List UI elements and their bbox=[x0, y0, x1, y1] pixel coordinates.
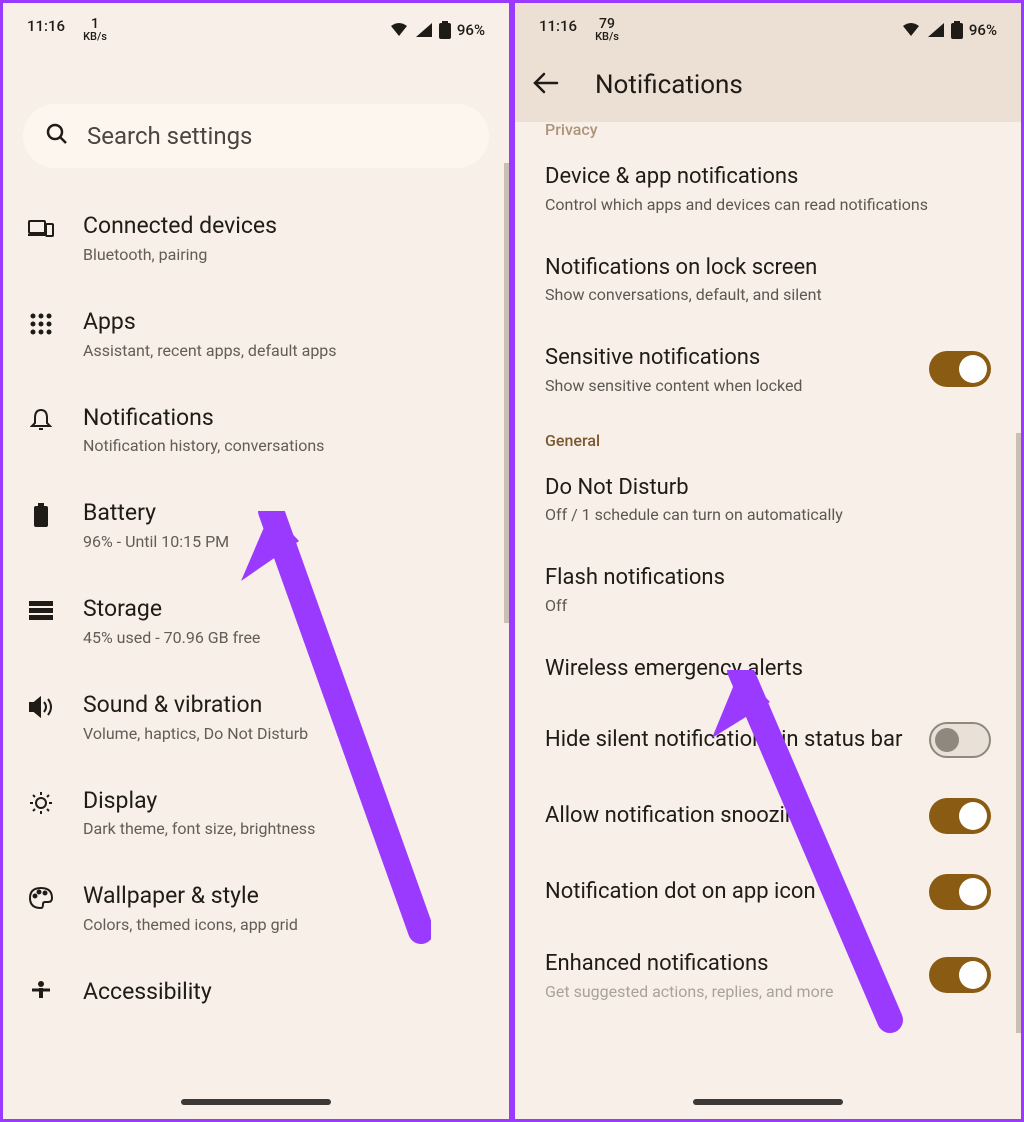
devices-icon bbox=[27, 214, 55, 242]
item-subtitle: Off / 1 schedule can turn on automatical… bbox=[545, 505, 991, 524]
setting-subtitle: Colors, themed icons, app grid bbox=[83, 915, 298, 934]
apps-icon bbox=[27, 310, 55, 338]
bell-icon bbox=[27, 406, 55, 434]
status-time: 11:16 bbox=[27, 17, 65, 35]
wifi-icon bbox=[389, 22, 409, 38]
status-speed: 1KB/s bbox=[83, 17, 107, 42]
setting-title: Battery bbox=[83, 499, 229, 528]
notif-snoozing[interactable]: Allow notification snoozing bbox=[523, 778, 1013, 854]
settings-main-screen: 11:16 1KB/s 96% Search settings bbox=[0, 0, 512, 1122]
battery-percent: 96% bbox=[457, 21, 485, 39]
item-title: Hide silent notifications in status bar bbox=[545, 726, 913, 754]
item-title: Notification dot on app icon bbox=[545, 878, 913, 906]
item-title: Wireless emergency alerts bbox=[545, 655, 991, 683]
page-header: Notifications bbox=[515, 48, 1021, 122]
page-title: Notifications bbox=[595, 70, 743, 100]
setting-title: Sound & vibration bbox=[83, 691, 308, 720]
settings-list: Connected devices Bluetooth, pairing App… bbox=[3, 190, 509, 1008]
item-title: Flash notifications bbox=[545, 564, 991, 592]
notif-wireless-alerts[interactable]: Wireless emergency alerts bbox=[523, 635, 1013, 703]
toggle-hide-silent[interactable] bbox=[929, 722, 991, 758]
item-subtitle: Get suggested actions, replies, and more bbox=[545, 982, 913, 1001]
item-subtitle: Show sensitive content when locked bbox=[545, 376, 913, 395]
storage-icon bbox=[27, 597, 55, 625]
notif-dnd[interactable]: Do Not Disturb Off / 1 schedule can turn… bbox=[523, 454, 1013, 545]
search-settings[interactable]: Search settings bbox=[23, 104, 489, 168]
item-title: Enhanced notifications bbox=[545, 950, 913, 978]
toggle-enhanced[interactable] bbox=[929, 957, 991, 993]
notif-flash[interactable]: Flash notifications Off bbox=[523, 544, 1013, 635]
notif-hide-silent[interactable]: Hide silent notifications in status bar bbox=[523, 702, 1013, 778]
setting-title: Display bbox=[83, 787, 315, 816]
battery-icon bbox=[439, 21, 451, 39]
sound-icon bbox=[27, 693, 55, 721]
display-icon bbox=[27, 789, 55, 817]
status-speed: 79KB/s bbox=[595, 17, 619, 42]
notifications-screen: 11:16 79KB/s 96% Notifications Privacy bbox=[512, 0, 1024, 1122]
nav-bar[interactable] bbox=[181, 1099, 331, 1105]
setting-subtitle: Assistant, recent apps, default apps bbox=[83, 341, 337, 360]
setting-title: Accessibility bbox=[83, 978, 212, 1007]
item-subtitle: Off bbox=[545, 596, 991, 615]
toggle-dot[interactable] bbox=[929, 874, 991, 910]
battery-icon bbox=[951, 21, 963, 39]
search-icon bbox=[45, 122, 69, 150]
notif-lock-screen[interactable]: Notifications on lock screen Show conver… bbox=[523, 234, 1013, 325]
accessibility-icon bbox=[27, 980, 55, 1008]
battery-icon bbox=[27, 501, 55, 529]
item-title: Device & app notifications bbox=[545, 163, 991, 191]
scrollbar[interactable] bbox=[1016, 433, 1021, 1033]
setting-subtitle: Notification history, conversations bbox=[83, 436, 324, 455]
item-title: Do Not Disturb bbox=[545, 474, 991, 502]
setting-connected-devices[interactable]: Connected devices Bluetooth, pairing bbox=[11, 190, 501, 286]
item-subtitle: Show conversations, default, and silent bbox=[545, 285, 991, 304]
status-time: 11:16 bbox=[539, 17, 577, 35]
setting-title: Wallpaper & style bbox=[83, 882, 298, 911]
item-title: Notifications on lock screen bbox=[545, 254, 991, 282]
battery-percent: 96% bbox=[969, 21, 997, 39]
palette-icon bbox=[27, 884, 55, 912]
toggle-sensitive[interactable] bbox=[929, 351, 991, 387]
item-subtitle: Control which apps and devices can read … bbox=[545, 195, 991, 214]
item-title: Sensitive notifications bbox=[545, 344, 913, 372]
setting-title: Connected devices bbox=[83, 212, 277, 241]
notif-enhanced[interactable]: Enhanced notifications Get suggested act… bbox=[523, 930, 1013, 1001]
setting-storage[interactable]: Storage 45% used - 70.96 GB free bbox=[11, 573, 501, 669]
item-title: Allow notification snoozing bbox=[545, 802, 913, 830]
setting-apps[interactable]: Apps Assistant, recent apps, default app… bbox=[11, 286, 501, 382]
setting-subtitle: 45% used - 70.96 GB free bbox=[83, 628, 260, 647]
status-bar: 11:16 1KB/s 96% bbox=[3, 3, 509, 48]
setting-notifications[interactable]: Notifications Notification history, conv… bbox=[11, 382, 501, 478]
setting-sound[interactable]: Sound & vibration Volume, haptics, Do No… bbox=[11, 669, 501, 765]
section-privacy: Privacy bbox=[515, 120, 1021, 139]
notif-sensitive[interactable]: Sensitive notifications Show sensitive c… bbox=[523, 324, 1013, 415]
notif-device-app[interactable]: Device & app notifications Control which… bbox=[523, 143, 1013, 234]
wifi-icon bbox=[901, 22, 921, 38]
setting-subtitle: Bluetooth, pairing bbox=[83, 245, 277, 264]
setting-battery[interactable]: Battery 96% - Until 10:15 PM bbox=[11, 477, 501, 573]
back-button[interactable] bbox=[533, 72, 559, 98]
signal-icon bbox=[415, 22, 433, 38]
setting-subtitle: Volume, haptics, Do Not Disturb bbox=[83, 724, 308, 743]
toggle-snoozing[interactable] bbox=[929, 798, 991, 834]
setting-title: Notifications bbox=[83, 404, 324, 433]
notif-list: Device & app notifications Control which… bbox=[515, 143, 1021, 1001]
setting-display[interactable]: Display Dark theme, font size, brightnes… bbox=[11, 765, 501, 861]
search-placeholder: Search settings bbox=[87, 122, 252, 150]
signal-icon bbox=[927, 22, 945, 38]
setting-wallpaper[interactable]: Wallpaper & style Colors, themed icons, … bbox=[11, 860, 501, 956]
setting-subtitle: 96% - Until 10:15 PM bbox=[83, 532, 229, 551]
setting-title: Apps bbox=[83, 308, 337, 337]
nav-bar[interactable] bbox=[693, 1099, 843, 1105]
scrollbar[interactable] bbox=[504, 163, 509, 623]
setting-title: Storage bbox=[83, 595, 260, 624]
status-bar: 11:16 79KB/s 96% bbox=[515, 3, 1021, 48]
notif-dot[interactable]: Notification dot on app icon bbox=[523, 854, 1013, 930]
section-general: General bbox=[523, 421, 1013, 450]
setting-subtitle: Dark theme, font size, brightness bbox=[83, 819, 315, 838]
setting-accessibility[interactable]: Accessibility bbox=[11, 956, 501, 1008]
